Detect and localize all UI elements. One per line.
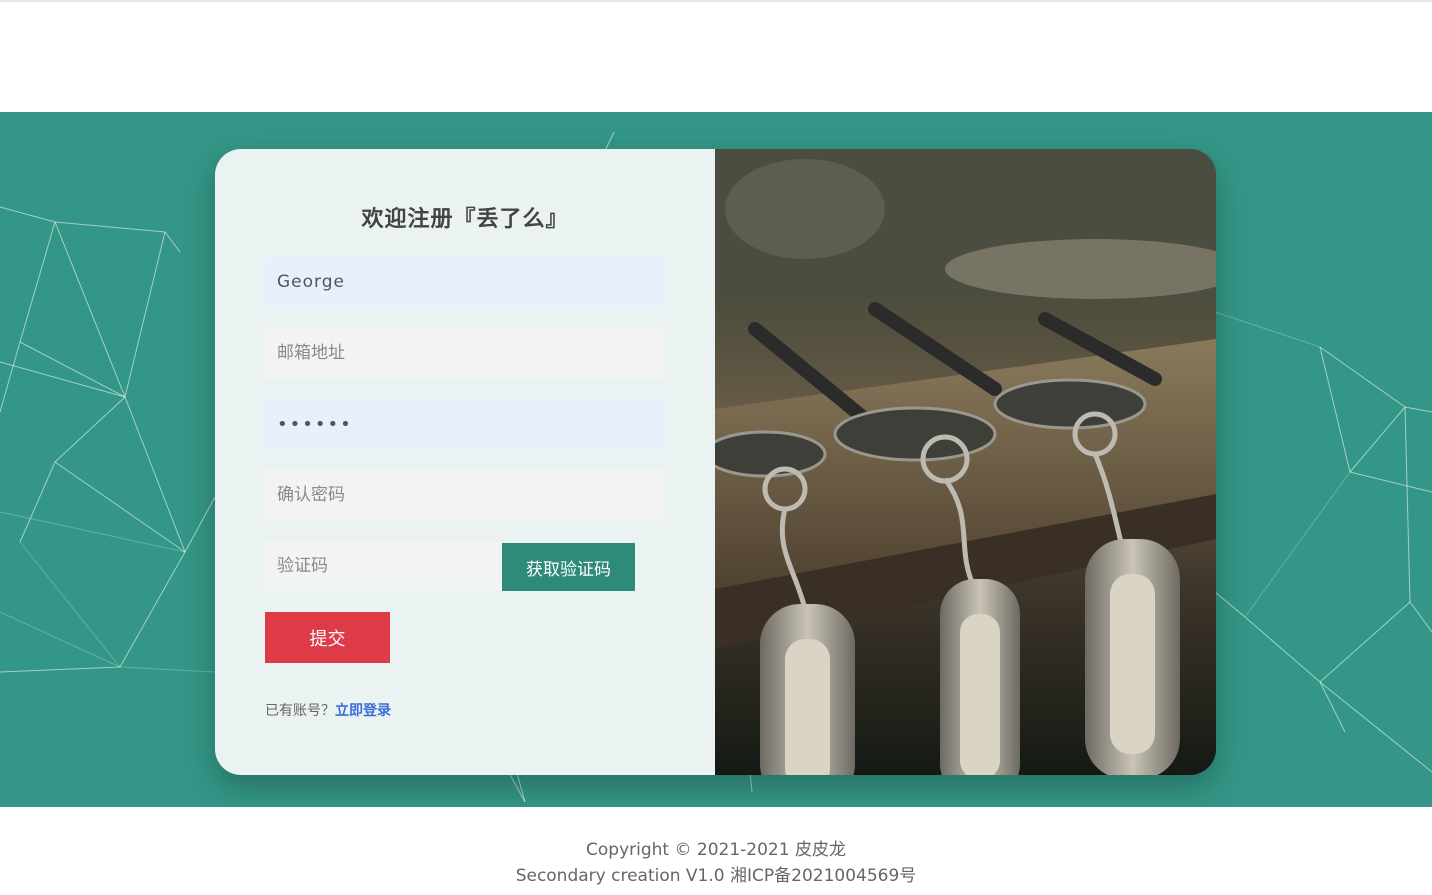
footer: Copyright © 2021-2021 皮皮龙 Secondary crea… bbox=[0, 807, 1432, 895]
verification-code-input[interactable] bbox=[265, 541, 502, 591]
copyright-text: Copyright © 2021-2021 皮皮龙 bbox=[586, 840, 846, 860]
username-input[interactable] bbox=[265, 257, 665, 307]
login-prompt: 已有账号？立即登录 bbox=[265, 700, 391, 720]
confirm-password-input[interactable] bbox=[265, 470, 665, 520]
password-input[interactable] bbox=[265, 399, 665, 449]
register-form: 欢迎注册『丢了么』 获取验证码 提交 已有账号？立即登录 bbox=[215, 149, 715, 775]
submit-button[interactable]: 提交 bbox=[265, 612, 390, 663]
has-account-text: 已有账号？ bbox=[265, 703, 335, 719]
get-code-button[interactable]: 获取验证码 bbox=[502, 543, 635, 591]
form-title: 欢迎注册『丢了么』 bbox=[361, 207, 569, 232]
keys-illustration bbox=[715, 149, 1216, 775]
login-link[interactable]: 立即登录 bbox=[335, 703, 391, 719]
keys-photo bbox=[715, 149, 1216, 775]
hero-section: 欢迎注册『丢了么』 获取验证码 提交 已有账号？立即登录 bbox=[0, 112, 1432, 807]
email-input[interactable] bbox=[265, 328, 665, 378]
top-bar bbox=[0, 0, 1432, 112]
icp-text: Secondary creation V1.0 湘ICP备2021004569号 bbox=[515, 866, 917, 886]
register-card: 欢迎注册『丢了么』 获取验证码 提交 已有账号？立即登录 bbox=[215, 149, 1216, 775]
